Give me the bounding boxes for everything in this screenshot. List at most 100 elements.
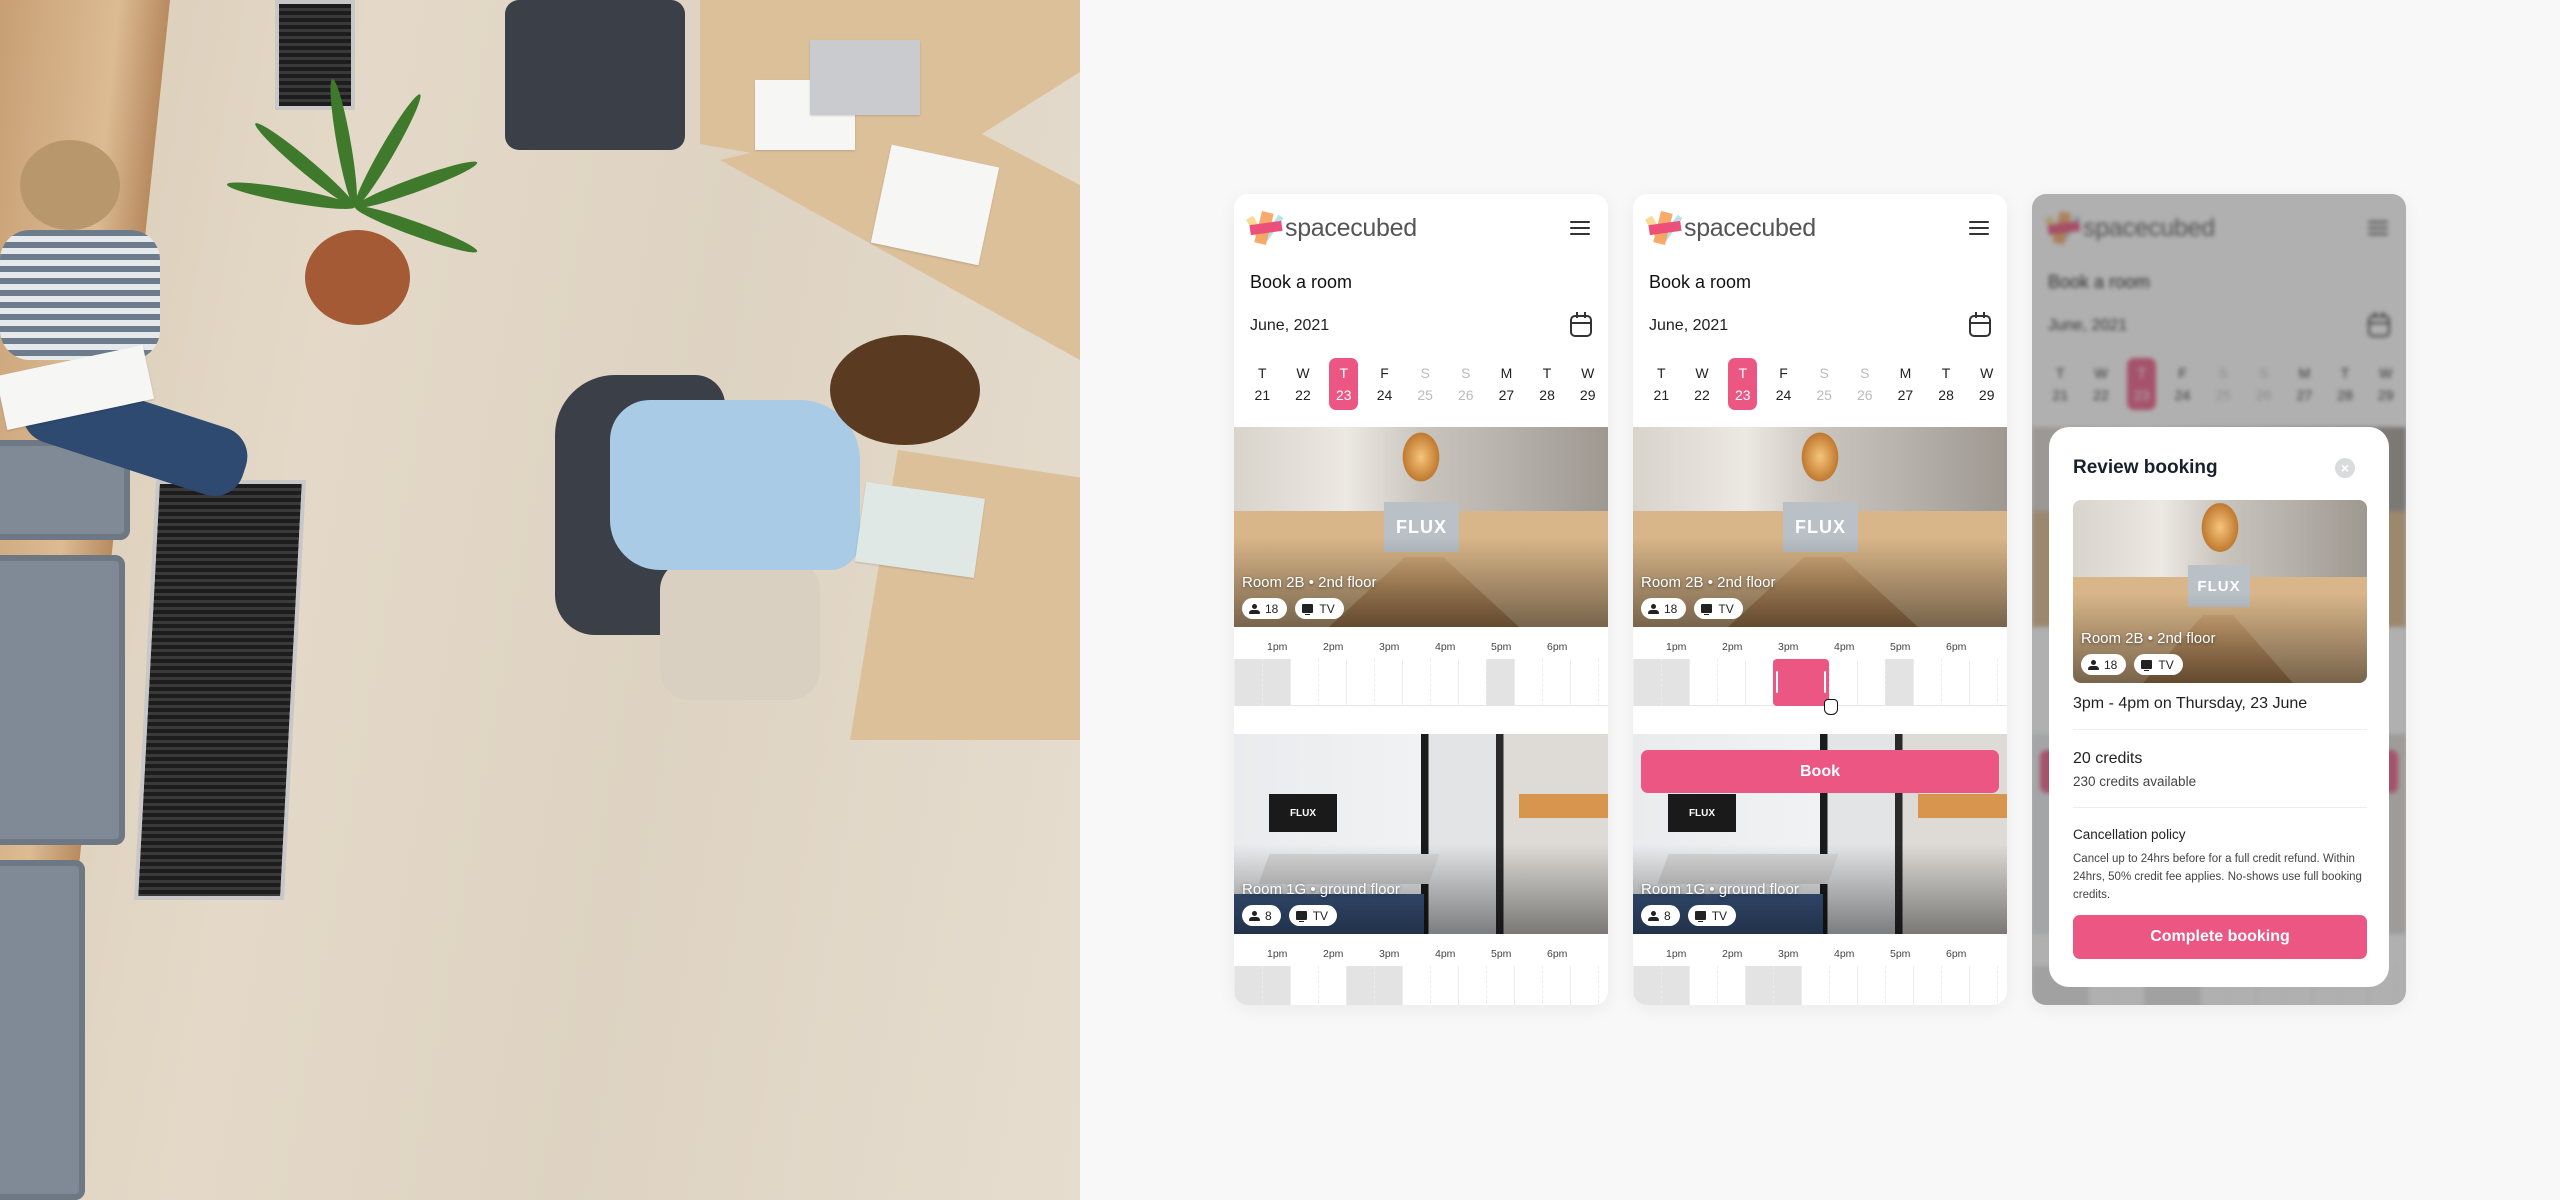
timeslot-available[interactable] — [1570, 966, 1598, 1005]
timeslot-booked — [1633, 966, 1661, 1005]
timeslot-booked — [1262, 659, 1290, 706]
day-letter: T — [1542, 365, 1552, 381]
timeslot-available[interactable] — [1717, 659, 1745, 706]
timeslot-available[interactable] — [1885, 966, 1913, 1005]
day-26[interactable]: S 26 — [1844, 358, 1885, 410]
day-29[interactable]: W 29 — [1966, 358, 2007, 410]
hamburger-menu-icon[interactable] — [1568, 218, 1592, 238]
timeslot-available[interactable] — [1801, 966, 1829, 1005]
timeslot-available[interactable] — [1745, 659, 1773, 706]
timeslot-available[interactable] — [1857, 659, 1885, 706]
timeslot-available[interactable] — [1717, 966, 1745, 1005]
timeslot-available[interactable] — [1829, 966, 1857, 1005]
timeslot-available[interactable] — [1430, 659, 1458, 706]
day-22[interactable]: W 22 — [1682, 358, 1723, 410]
timeslot-available[interactable] — [1542, 659, 1570, 706]
hour-label: 3pm — [1778, 948, 1799, 960]
day-letter: W — [1980, 365, 1994, 381]
person-icon — [2088, 659, 2099, 670]
timeslot-available[interactable] — [1514, 966, 1542, 1005]
timeslot-available[interactable] — [1941, 966, 1969, 1005]
close-icon[interactable]: × — [2335, 458, 2355, 478]
day-26[interactable]: S 26 — [1445, 358, 1486, 410]
selected-timeslot[interactable] — [1773, 659, 1829, 706]
timeslot-available[interactable] — [1969, 966, 1997, 1005]
hour-label: 1pm — [1666, 641, 1687, 653]
timeslot-available[interactable] — [1997, 966, 2007, 1005]
timeslot-available[interactable] — [1290, 966, 1318, 1005]
day-number: 29 — [1978, 387, 1995, 403]
hamburger-menu-icon[interactable] — [1967, 218, 1991, 238]
day-25[interactable]: S 25 — [1804, 358, 1845, 410]
day-24[interactable]: F 24 — [1763, 358, 1804, 410]
day-24[interactable]: F 24 — [1364, 358, 1405, 410]
timeslot-available[interactable] — [1430, 966, 1458, 1005]
hero-photo — [0, 0, 1080, 1200]
timeslot-available[interactable] — [1458, 966, 1486, 1005]
timeslot-available[interactable] — [1689, 659, 1717, 706]
room-chips: 18 TV — [2081, 654, 2183, 675]
day-22[interactable]: W 22 — [1283, 358, 1324, 410]
hour-label: 1pm — [1666, 948, 1687, 960]
person-icon — [1249, 910, 1260, 921]
timeslot-available[interactable] — [1402, 966, 1430, 1005]
availability-timeline[interactable]: 1pm 2pm 3pm 4pm 5pm 6pm — [1633, 944, 2007, 1005]
availability-timeline[interactable]: 1pm 2pm 3pm 4pm 5pm 6pm — [1633, 637, 2007, 717]
day-letter: F — [1380, 365, 1389, 381]
timeslot-available[interactable] — [1542, 966, 1570, 1005]
timeslot-available[interactable] — [1402, 659, 1430, 706]
timeslot-available[interactable] — [1570, 659, 1598, 706]
day-27[interactable]: M 27 — [1486, 358, 1527, 410]
room-card[interactable]: FLUX Room 2B • 2nd floor 18 TV — [1633, 427, 2007, 627]
timeslot-available[interactable] — [1318, 659, 1346, 706]
floor-vent — [275, 0, 355, 110]
day-28[interactable]: T 28 — [1926, 358, 1967, 410]
timeslot-available[interactable] — [1486, 966, 1514, 1005]
timeslot-available[interactable] — [1997, 659, 2007, 706]
hour-label: 6pm — [1946, 641, 1967, 653]
day-letter: T — [1339, 365, 1349, 381]
day-21[interactable]: T 21 — [1641, 358, 1682, 410]
timeslot-available[interactable] — [1857, 966, 1885, 1005]
timeline-grid — [1234, 659, 1608, 706]
room-card[interactable]: FLUX Room 2B • 2nd floor 18 TV — [1234, 427, 1608, 627]
tv-icon — [1701, 604, 1713, 615]
day-27[interactable]: M 27 — [1885, 358, 1926, 410]
day-23[interactable]: T 23 — [1728, 358, 1758, 410]
timeslot-available[interactable] — [1290, 659, 1318, 706]
day-28[interactable]: T 28 — [1527, 358, 1568, 410]
timeslot-available[interactable] — [1458, 659, 1486, 706]
availability-timeline[interactable]: 1pm 2pm 3pm 4pm 5pm 6pm — [1234, 944, 1608, 1005]
timeslot-available[interactable] — [1374, 659, 1402, 706]
complete-booking-button[interactable]: Complete booking — [2073, 915, 2367, 959]
day-number: 28 — [1938, 387, 1954, 403]
logo-icon — [1645, 211, 1683, 245]
plant-pot — [305, 230, 410, 325]
timeslot-available[interactable] — [1318, 966, 1346, 1005]
day-letter: W — [1581, 365, 1595, 381]
day-25[interactable]: S 25 — [1405, 358, 1446, 410]
calendar-icon[interactable] — [1570, 312, 1592, 337]
policy-heading: Cancellation policy — [2073, 827, 2186, 842]
book-button[interactable]: Book — [1641, 750, 1999, 793]
timeslot-available[interactable] — [1689, 966, 1717, 1005]
logo[interactable]: spacecubed — [1246, 211, 1417, 245]
timeslot-available[interactable] — [1913, 966, 1941, 1005]
day-21[interactable]: T 21 — [1242, 358, 1283, 410]
logo[interactable]: spacecubed — [1645, 211, 1816, 245]
policy-text: Cancel up to 24hrs before for a full cre… — [2073, 853, 2362, 901]
calendar-icon[interactable] — [1969, 312, 1991, 337]
day-23[interactable]: T 23 — [1329, 358, 1359, 410]
timeslot-available[interactable] — [1969, 659, 1997, 706]
timeslot-available[interactable] — [1514, 659, 1542, 706]
timeslot-available[interactable] — [1598, 966, 1608, 1005]
timeslot-available[interactable] — [1346, 659, 1374, 706]
room-card[interactable]: FLUX Room 1G • ground floor 8 TV — [1234, 734, 1608, 934]
availability-timeline[interactable]: 1pm 2pm 3pm 4pm 5pm 6pm — [1234, 637, 1608, 717]
timeslot-available[interactable] — [1598, 659, 1608, 706]
divider — [2073, 807, 2367, 808]
timeslot-available[interactable] — [1913, 659, 1941, 706]
laptop — [810, 40, 920, 115]
day-29[interactable]: W 29 — [1567, 358, 1608, 410]
timeslot-available[interactable] — [1941, 659, 1969, 706]
